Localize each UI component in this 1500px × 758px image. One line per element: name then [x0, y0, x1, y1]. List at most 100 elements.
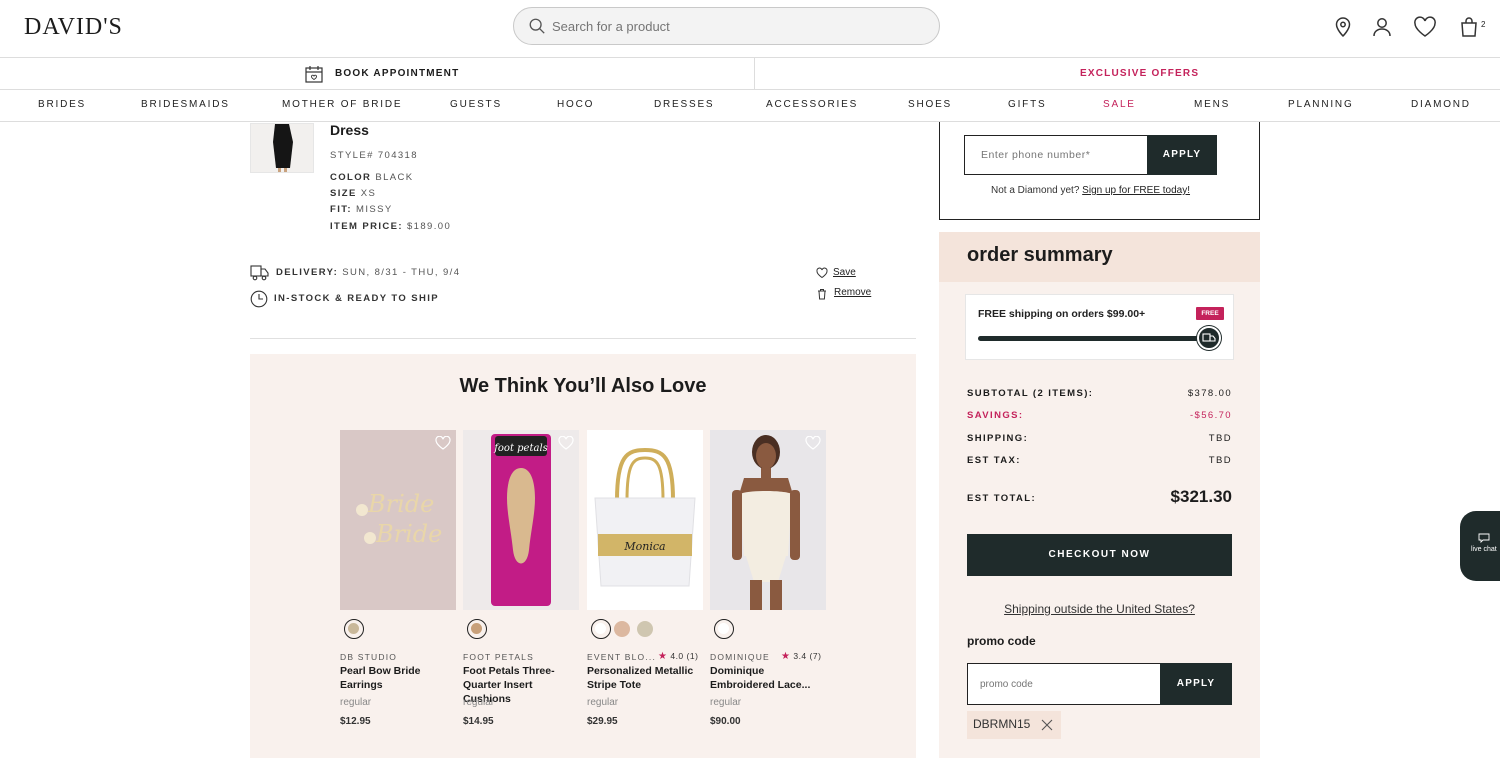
live-chat-button[interactable]: live chat — [1460, 511, 1500, 581]
stock-status: IN-STOCK & READY TO SHIP — [274, 293, 440, 304]
cart-item-title[interactable]: Dress — [330, 122, 369, 138]
lace-bustier-photo — [710, 430, 826, 610]
recommendations-panel: We Think You’ll Also Love Bride Bride DB … — [250, 354, 916, 758]
nav-item-shoes[interactable]: SHOES — [908, 99, 952, 110]
wishlist-heart-icon[interactable] — [435, 436, 451, 450]
nav-item-diamond[interactable]: DIAMOND — [1411, 99, 1471, 110]
product-image[interactable]: foot petals — [463, 430, 579, 610]
diamond-signup-link[interactable]: Sign up for FREE today! — [1082, 185, 1190, 196]
free-shipping-meter: FREE shipping on orders $99.00+ FREE — [965, 294, 1234, 360]
product-variant: regular — [463, 697, 495, 708]
international-shipping-link[interactable]: Shipping outside the United States? — [967, 602, 1232, 616]
earrings-photo: BrideBride — [340, 430, 456, 610]
search-bar[interactable] — [513, 7, 940, 45]
color-swatch[interactable] — [591, 619, 611, 639]
product-brand: DOMINIQUE — [710, 652, 770, 662]
product-name[interactable]: Dominique Embroidered Lace... — [710, 664, 828, 692]
cart-item-style: STYLE# 704318 — [330, 150, 418, 161]
live-chat-label: live chat — [1471, 546, 1497, 553]
free-shipping-text: FREE shipping on orders $99.00+ — [978, 308, 1146, 320]
color-swatch[interactable] — [614, 621, 630, 637]
nav-item-guests[interactable]: GUESTS — [450, 99, 502, 110]
phone-apply-button[interactable]: APPLY — [1147, 135, 1217, 175]
nav-item-dresses[interactable]: DRESSES — [654, 99, 714, 110]
wishlist-heart-icon[interactable] — [1413, 16, 1437, 38]
exclusive-offers-link[interactable]: EXCLUSIVE OFFERS — [1080, 68, 1199, 79]
applied-promo-code: DBRMN15 — [973, 717, 1031, 731]
applied-promo-chip: DBRMN15 — [967, 711, 1061, 739]
product-image[interactable]: Monica — [587, 430, 703, 610]
color-swatch[interactable] — [344, 619, 364, 639]
chat-bubble-icon — [1478, 533, 1490, 543]
cart-item-fit: FIT: MISSY — [330, 204, 393, 215]
order-summary-title: order summary — [967, 244, 1113, 266]
delivery-estimate: DELIVERY: SUN, 8/31 - THU, 9/4 — [276, 267, 461, 278]
location-pin-icon[interactable] — [1332, 16, 1354, 38]
product-variant: regular — [340, 697, 372, 708]
color-swatch[interactable] — [467, 619, 487, 639]
product-rating: ★ 4.0 (1) — [658, 651, 699, 662]
product-name[interactable]: Pearl Bow Bride Earrings — [340, 664, 458, 692]
trash-icon[interactable] — [816, 288, 828, 300]
clock-icon — [250, 290, 268, 308]
cart-item-image[interactable] — [250, 123, 314, 173]
nav-item-mens[interactable]: MENS — [1194, 99, 1230, 110]
product-price: $90.00 — [710, 716, 741, 727]
site-logo[interactable]: DAVID'S — [24, 14, 123, 41]
svg-text:Bride: Bride — [375, 520, 442, 548]
promo-code-label: promo code — [967, 634, 1036, 648]
wishlist-heart-icon[interactable] — [805, 436, 821, 450]
order-total: $321.30 — [1170, 487, 1232, 506]
wishlist-heart-icon[interactable] — [682, 436, 698, 450]
calendar-icon[interactable] — [304, 64, 324, 84]
product-name[interactable]: Personalized Metallic Stripe Tote — [587, 664, 705, 692]
cart-item-price: ITEM PRICE: $189.00 — [330, 221, 452, 232]
cart-item-color: COLOR BLACK — [330, 172, 414, 183]
cart-item-size: SIZE XS — [330, 188, 377, 199]
color-swatch[interactable] — [637, 621, 653, 637]
save-for-later-link[interactable]: Save — [833, 267, 856, 278]
product-rating: ★ 3.4 (7) — [781, 651, 822, 662]
order-summary-header: order summary — [939, 232, 1260, 282]
nav-item-accessories[interactable]: ACCESSORIES — [766, 99, 858, 110]
dress-photo — [251, 124, 313, 172]
nav-item-brides[interactable]: BRIDES — [38, 99, 86, 110]
product-price: $14.95 — [463, 716, 494, 727]
search-input[interactable] — [552, 16, 922, 36]
svg-text:foot petals: foot petals — [493, 443, 548, 454]
main-nav: BRIDES BRIDESMAIDS MOTHER OF BRIDE GUEST… — [0, 91, 1500, 122]
free-badge: FREE — [1196, 307, 1224, 320]
color-swatch[interactable] — [714, 619, 734, 639]
product-variant: regular — [710, 697, 742, 708]
promo-code-input[interactable] — [967, 663, 1161, 705]
checkout-button[interactable]: CHECKOUT NOW — [967, 534, 1232, 576]
nav-item-bridesmaids[interactable]: BRIDESMAIDS — [141, 99, 230, 110]
product-brand: DB STUDIO — [340, 652, 398, 662]
product-brand: FOOT PETALS — [463, 652, 534, 662]
diamond-signup-text: Not a Diamond yet? Sign up for FREE toda… — [991, 185, 1191, 196]
nav-item-gifts[interactable]: GIFTS — [1008, 99, 1046, 110]
shopping-bag-icon[interactable] — [1458, 16, 1480, 38]
book-appointment-link[interactable]: BOOK APPOINTMENT — [335, 68, 459, 79]
utility-bar: BOOK APPOINTMENT EXCLUSIVE OFFERS — [0, 58, 1500, 90]
heart-outline-icon[interactable] — [816, 267, 828, 279]
star-icon: ★ — [658, 651, 668, 662]
nav-item-hoco[interactable]: HOCO — [557, 99, 594, 110]
phone-number-input[interactable] — [964, 135, 1148, 175]
product-image[interactable]: Bride Bride — [340, 430, 456, 610]
search-icon[interactable] — [528, 17, 546, 35]
product-variant: regular — [587, 697, 619, 708]
svg-text:Monica: Monica — [623, 540, 665, 553]
nav-item-mother-of-bride[interactable]: MOTHER OF BRIDE — [282, 99, 402, 110]
nav-item-planning[interactable]: PLANNING — [1288, 99, 1354, 110]
wishlist-heart-icon[interactable] — [558, 436, 574, 450]
truck-icon — [1197, 326, 1221, 350]
product-image[interactable] — [710, 430, 826, 610]
remove-item-link[interactable]: Remove — [834, 287, 871, 298]
tote-bag-photo: Monica — [587, 430, 703, 610]
close-icon[interactable] — [1041, 719, 1053, 731]
nav-item-sale[interactable]: SALE — [1103, 99, 1136, 110]
account-icon[interactable] — [1371, 16, 1393, 38]
promo-apply-button[interactable]: APPLY — [1160, 663, 1232, 705]
recommendations-title: We Think You’ll Also Love — [459, 375, 707, 397]
